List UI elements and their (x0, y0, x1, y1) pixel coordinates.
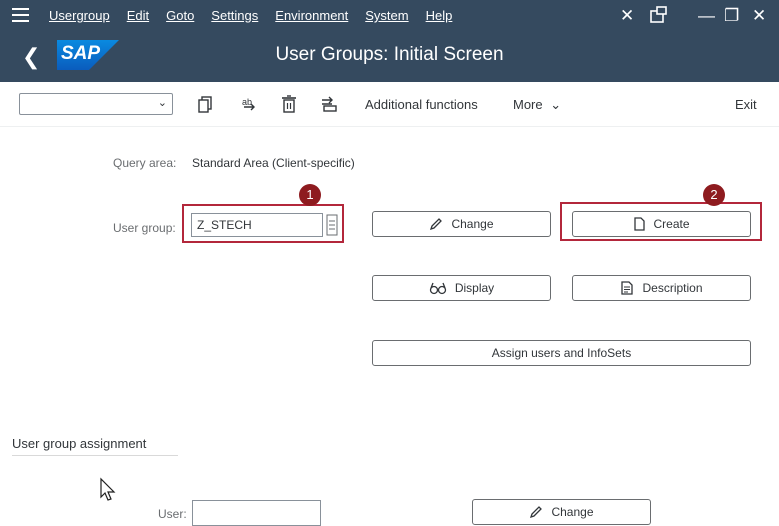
chevron-down-icon[interactable]: ⌄ (158, 96, 167, 109)
pencil-icon (530, 506, 543, 519)
user-group-label: User group: (113, 221, 176, 235)
user-group-assignment-title: User group assignment (12, 436, 178, 456)
menu-item-edit[interactable]: Edit (127, 8, 149, 23)
application-toolbar: ⌄ ab Additional functions More ⌄ Exit (0, 82, 779, 127)
assignment-change-button[interactable]: Change (472, 499, 651, 525)
display-button[interactable]: Display (372, 275, 551, 301)
hamburger-menu-icon[interactable] (12, 8, 29, 23)
step-badge-2: 2 (703, 184, 725, 206)
maximize-icon[interactable]: ❐ (724, 6, 739, 26)
chevron-down-icon: ⌄ (550, 97, 562, 112)
assign-users-infosets-button[interactable]: Assign users and InfoSets (372, 340, 751, 366)
page-title: User Groups: Initial Screen (275, 44, 504, 65)
user-label: User: (158, 507, 187, 521)
window-close-icon[interactable]: ✕ (752, 6, 766, 26)
change-button[interactable]: Change (372, 211, 551, 237)
menu-item-usergroup[interactable]: Usergroup (49, 8, 110, 23)
menu-items: Usergroup Edit Goto Settings Environment… (49, 8, 469, 23)
menu-item-settings[interactable]: Settings (211, 8, 258, 23)
user-group-input[interactable]: Z_STECH (191, 213, 323, 237)
close-session-icon[interactable]: ✕ (620, 6, 634, 26)
glasses-icon (429, 282, 446, 295)
menu-item-environment[interactable]: Environment (275, 8, 348, 23)
assign-button-label: Assign users and InfoSets (491, 346, 632, 360)
rename-icon[interactable]: ab (239, 94, 259, 114)
user-input[interactable] (192, 500, 321, 526)
command-field[interactable]: ⌄ (19, 93, 173, 115)
query-area-label: Query area: (113, 156, 177, 170)
menu-item-system[interactable]: System (365, 8, 408, 23)
pencil-icon (430, 218, 443, 231)
display-button-label: Display (454, 281, 495, 295)
transport-icon[interactable] (320, 94, 340, 114)
copy-icon[interactable] (196, 94, 216, 114)
menu-item-goto[interactable]: Goto (166, 8, 194, 23)
step-badge-1: 1 (299, 184, 321, 206)
title-bar: ❮ SAP User Groups: Initial Screen (0, 32, 779, 82)
create-document-icon (634, 217, 646, 231)
create-button[interactable]: Create (572, 211, 751, 237)
shortcut-icon[interactable] (649, 6, 669, 29)
change-button-label: Change (451, 217, 494, 231)
additional-functions-menu[interactable]: Additional functions (365, 97, 478, 112)
menu-bar: Usergroup Edit Goto Settings Environment… (0, 0, 779, 32)
delete-icon[interactable] (279, 94, 299, 114)
description-button-label: Description (642, 281, 703, 295)
shell-header: Usergroup Edit Goto Settings Environment… (0, 0, 779, 82)
assignment-change-label: Change (551, 505, 594, 519)
description-button[interactable]: Description (572, 275, 751, 301)
user-group-input-value: Z_STECH (197, 218, 252, 232)
minimize-icon[interactable]: — (698, 6, 715, 26)
more-menu[interactable]: More ⌄ (513, 97, 561, 113)
create-button-label: Create (653, 217, 690, 231)
description-icon (621, 281, 634, 295)
value-help-icon[interactable] (326, 213, 338, 237)
menu-item-help[interactable]: Help (426, 8, 453, 23)
query-area-value: Standard Area (Client-specific) (192, 156, 355, 170)
exit-button[interactable]: Exit (735, 97, 757, 112)
more-label: More (513, 97, 543, 112)
svg-text:ab: ab (242, 97, 252, 107)
mouse-cursor-icon (100, 477, 116, 501)
